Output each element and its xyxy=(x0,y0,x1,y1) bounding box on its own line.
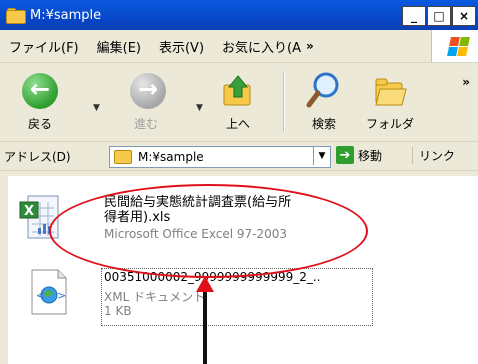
maximize-button[interactable]: □ xyxy=(427,6,451,26)
explorer-window: M:¥sample _ □ × ファイル(F) 編集(E) 表示(V) お気に入… xyxy=(0,0,478,364)
magnifier-icon xyxy=(306,72,339,108)
annotation-arrow-head xyxy=(196,276,214,292)
file-size: 1 KB xyxy=(104,304,132,318)
folder-icon xyxy=(6,8,26,24)
folders-icon xyxy=(375,78,407,106)
toolbar-overflow-chevron[interactable]: » xyxy=(462,75,470,89)
up-folder-icon xyxy=(223,75,251,106)
highlight-ellipse xyxy=(49,184,368,278)
go-button[interactable]: ➔ 移動 xyxy=(336,146,382,164)
toolbar: ← 戻る ▼ → 進む ▼ 上へ 検索 フォルダ » xyxy=(0,63,478,142)
back-dropdown-icon[interactable]: ▼ xyxy=(93,103,100,113)
forward-dropdown-icon[interactable]: ▼ xyxy=(196,103,203,113)
title-bar[interactable]: M:¥sample _ □ × xyxy=(0,0,478,30)
svg-text:X: X xyxy=(24,204,34,219)
address-label: アドレス(D) xyxy=(4,149,71,164)
forward-label: 進む xyxy=(133,117,158,131)
file-type: XML ドキュメント xyxy=(104,290,206,304)
go-arrow-icon: ➔ xyxy=(336,146,354,164)
menu-overflow-chevron[interactable]: » xyxy=(306,39,314,53)
annotation-arrow-shaft xyxy=(203,290,207,364)
menu-bar: ファイル(F) 編集(E) 表示(V) お気に入り(A » xyxy=(0,30,478,63)
up-label: 上へ xyxy=(225,117,250,131)
menu-view[interactable]: 表示(V) xyxy=(150,37,213,56)
go-label: 移動 xyxy=(358,148,383,163)
menu-edit[interactable]: 編集(E) xyxy=(88,37,150,56)
svg-text:>: > xyxy=(57,289,66,302)
close-button[interactable]: × xyxy=(452,6,476,26)
folder-icon xyxy=(114,150,132,164)
svg-text:<: < xyxy=(36,289,45,302)
links-toolbar[interactable]: リンク xyxy=(412,147,455,164)
windows-logo-icon xyxy=(431,30,478,62)
search-label: 検索 xyxy=(311,117,336,131)
address-input[interactable]: M:¥sample ▼ xyxy=(109,146,331,168)
toolbar-separator xyxy=(283,71,285,131)
window-title: M:¥sample xyxy=(30,7,102,23)
file-item-xml[interactable]: < > 00351000002_9999999999999_2_.. XML ド… xyxy=(8,268,478,348)
forward-arrow-icon: → xyxy=(130,73,166,109)
minimize-button[interactable]: _ xyxy=(402,6,426,26)
menu-favorites[interactable]: お気に入り(A xyxy=(213,37,310,56)
address-dropdown-icon[interactable]: ▼ xyxy=(313,147,330,165)
back-label: 戻る xyxy=(27,117,52,131)
menu-file[interactable]: ファイル(F) xyxy=(0,37,88,56)
folders-label: フォルダ xyxy=(365,117,414,131)
address-bar: アドレス(D) M:¥sample ▼ ➔ 移動 リンク xyxy=(0,142,478,171)
xml-file-icon: < > xyxy=(31,269,67,315)
address-value: M:¥sample xyxy=(138,150,204,164)
back-arrow-icon: ← xyxy=(22,73,58,109)
